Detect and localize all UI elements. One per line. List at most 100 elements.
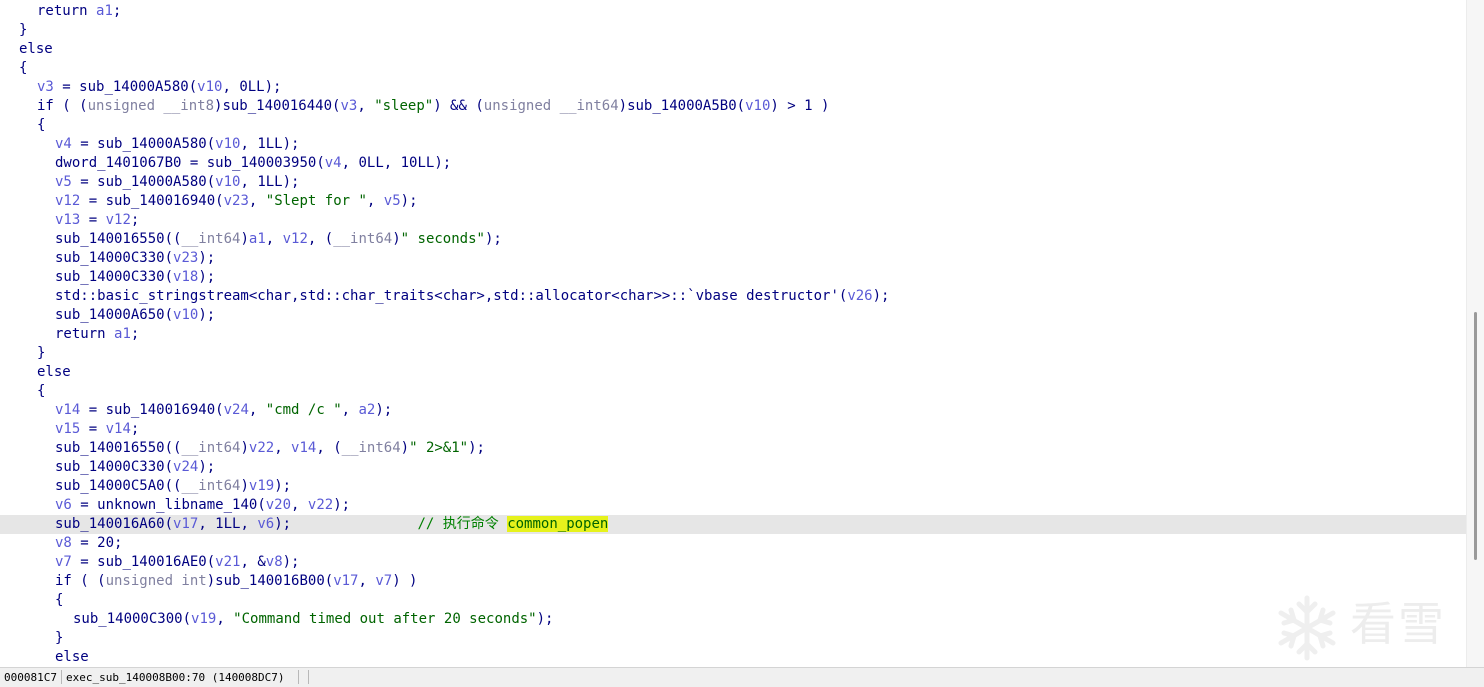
code-token-var[interactable]: v23 xyxy=(173,250,198,266)
code-line[interactable]: return a1; xyxy=(0,325,1466,344)
code-line[interactable]: v7 = sub_140016AE0(v21, &v8); xyxy=(0,553,1466,572)
code-line[interactable]: { xyxy=(0,116,1466,135)
code-token-var[interactable]: v10 xyxy=(745,98,770,114)
code-token-fn[interactable]: sub_14000A580 xyxy=(97,136,207,152)
code-token-var[interactable]: v7 xyxy=(55,554,72,570)
code-token-var[interactable]: v5 xyxy=(55,174,72,190)
code-line[interactable]: sub_14000C300(v19, "Command timed out af… xyxy=(0,610,1466,629)
code-token-var[interactable]: v22 xyxy=(249,440,274,456)
code-token-fn[interactable]: sub_140016940 xyxy=(106,193,216,209)
code-token-var[interactable]: v12 xyxy=(106,212,131,228)
code-token-var[interactable]: v13 xyxy=(55,212,80,228)
code-token-var[interactable]: v18 xyxy=(173,269,198,285)
code-line[interactable]: v4 = sub_14000A580(v10, 1LL); xyxy=(0,135,1466,154)
pseudocode-view[interactable]: return a1;} else{v3 = sub_14000A580(v10, … xyxy=(0,0,1466,667)
code-token-fn[interactable]: unknown_libname_140 xyxy=(97,497,257,513)
code-token-var[interactable]: v12 xyxy=(55,193,80,209)
code-token-fn[interactable]: sub_14000A650 xyxy=(55,307,165,323)
code-line[interactable]: v14 = sub_140016940(v24, "cmd /c ", a2); xyxy=(0,401,1466,420)
code-token-var[interactable]: v5 xyxy=(384,193,401,209)
code-line[interactable]: v3 = sub_14000A580(v10, 0LL); xyxy=(0,78,1466,97)
code-line[interactable]: v8 = 20; xyxy=(0,534,1466,553)
code-token-var[interactable]: v14 xyxy=(55,402,80,418)
code-line[interactable]: v12 = sub_140016940(v23, "Slept for ", v… xyxy=(0,192,1466,211)
code-token-var[interactable]: v22 xyxy=(308,497,333,513)
code-token-fn[interactable]: sub_14000C5A0 xyxy=(55,478,165,494)
code-token-var[interactable]: a1 xyxy=(114,326,131,342)
code-token-var[interactable]: v17 xyxy=(333,573,358,589)
code-line[interactable]: sub_14000C330(v24); xyxy=(0,458,1466,477)
code-token-var[interactable]: v10 xyxy=(173,307,198,323)
code-line[interactable]: { xyxy=(0,382,1466,401)
code-line[interactable]: v13 = v12; xyxy=(0,211,1466,230)
code-token-fn[interactable]: sub_140016A60 xyxy=(55,516,165,532)
code-token-fn[interactable]: sub_140016AE0 xyxy=(97,554,207,570)
code-token-var[interactable]: a1 xyxy=(96,3,113,19)
code-token-var[interactable]: v3 xyxy=(37,79,54,95)
code-line[interactable]: v5 = sub_14000A580(v10, 1LL); xyxy=(0,173,1466,192)
code-line[interactable]: std::basic_stringstream<char,std::char_t… xyxy=(0,287,1466,306)
code-token-fn[interactable]: sub_14000A580 xyxy=(97,174,207,190)
code-token-var[interactable]: v24 xyxy=(224,402,249,418)
vertical-scrollbar[interactable] xyxy=(1466,0,1484,667)
code-token-var[interactable]: v7 xyxy=(375,573,392,589)
code-line[interactable]: } xyxy=(0,629,1466,648)
code-line[interactable]: { xyxy=(0,59,1466,78)
code-token-var[interactable]: v20 xyxy=(266,497,291,513)
code-token-var[interactable]: v3 xyxy=(340,98,357,114)
code-token-fn[interactable]: sub_14000C330 xyxy=(55,459,165,475)
code-line[interactable]: dword_1401067B0 = sub_140003950(v4, 0LL,… xyxy=(0,154,1466,173)
code-line[interactable]: if ( (unsigned int)sub_140016B00(v17, v7… xyxy=(0,572,1466,591)
code-line[interactable]: if ( (unsigned __int8)sub_140016440(v3, … xyxy=(0,97,1466,116)
code-line[interactable]: else xyxy=(0,363,1466,382)
code-token-var[interactable]: v4 xyxy=(55,136,72,152)
code-token-var[interactable]: v6 xyxy=(55,497,72,513)
code-token-fn[interactable]: sub_140016550 xyxy=(55,231,165,247)
code-token-var[interactable]: v10 xyxy=(197,79,222,95)
code-token-var[interactable]: v15 xyxy=(55,421,80,437)
code-line[interactable]: } xyxy=(0,21,1466,40)
code-token-var[interactable]: v19 xyxy=(249,478,274,494)
code-line[interactable]: sub_140016550((__int64)v22, v14, (__int6… xyxy=(0,439,1466,458)
code-token-var[interactable]: v4 xyxy=(325,155,342,171)
code-token-var[interactable]: v26 xyxy=(847,288,872,304)
code-line[interactable]: sub_140016550((__int64)a1, v12, (__int64… xyxy=(0,230,1466,249)
code-line[interactable]: return a1; xyxy=(0,2,1466,21)
code-token-var[interactable]: a2 xyxy=(358,402,375,418)
code-token-fn[interactable]: sub_140003950 xyxy=(207,155,317,171)
code-token-var[interactable]: v8 xyxy=(266,554,283,570)
code-token-fn[interactable]: sub_14000C300 xyxy=(73,611,183,627)
code-token-var[interactable]: v17 xyxy=(173,516,198,532)
code-line-current[interactable]: sub_140016A60(v17, 1LL, v6); // 执行命令 com… xyxy=(0,515,1466,534)
code-token-var[interactable]: a1 xyxy=(249,231,266,247)
code-line[interactable]: else xyxy=(0,40,1466,59)
code-token-var[interactable]: v21 xyxy=(215,554,240,570)
code-line[interactable]: sub_14000C330(v23); xyxy=(0,249,1466,268)
code-token-fn[interactable]: std::basic_stringstream<char,std::char_t… xyxy=(55,288,839,304)
code-token-fn[interactable]: sub_140016940 xyxy=(106,402,216,418)
code-token-fn[interactable]: sub_14000C330 xyxy=(55,269,165,285)
code-token-var[interactable]: v10 xyxy=(215,136,240,152)
code-line[interactable]: v6 = unknown_libname_140(v20, v22); xyxy=(0,496,1466,515)
code-token-fn[interactable]: sub_140016440 xyxy=(222,98,332,114)
code-token-var[interactable]: v14 xyxy=(291,440,316,456)
scrollbar-thumb[interactable] xyxy=(1474,312,1477,560)
code-line[interactable]: else xyxy=(0,648,1466,667)
code-line[interactable]: } xyxy=(0,344,1466,363)
code-token-fn[interactable]: sub_14000A580 xyxy=(79,79,189,95)
code-line[interactable]: sub_14000C330(v18); xyxy=(0,268,1466,287)
code-token-fn[interactable]: sub_140016B00 xyxy=(215,573,325,589)
code-token-var[interactable]: v14 xyxy=(106,421,131,437)
code-token-var[interactable]: v8 xyxy=(55,535,72,551)
code-token-var[interactable]: v6 xyxy=(257,516,274,532)
code-line[interactable]: sub_14000C5A0((__int64)v19); xyxy=(0,477,1466,496)
code-token-fn[interactable]: sub_140016550 xyxy=(55,440,165,456)
code-line[interactable]: { xyxy=(0,591,1466,610)
code-line[interactable]: v15 = v14; xyxy=(0,420,1466,439)
code-token-fn[interactable]: dword_1401067B0 xyxy=(55,155,181,171)
code-token-fn[interactable]: sub_14000A5B0 xyxy=(627,98,737,114)
code-token-hl[interactable]: common_popen xyxy=(507,516,609,532)
code-token-var[interactable]: v24 xyxy=(173,459,198,475)
code-line[interactable]: sub_14000A650(v10); xyxy=(0,306,1466,325)
code-token-fn[interactable]: sub_14000C330 xyxy=(55,250,165,266)
